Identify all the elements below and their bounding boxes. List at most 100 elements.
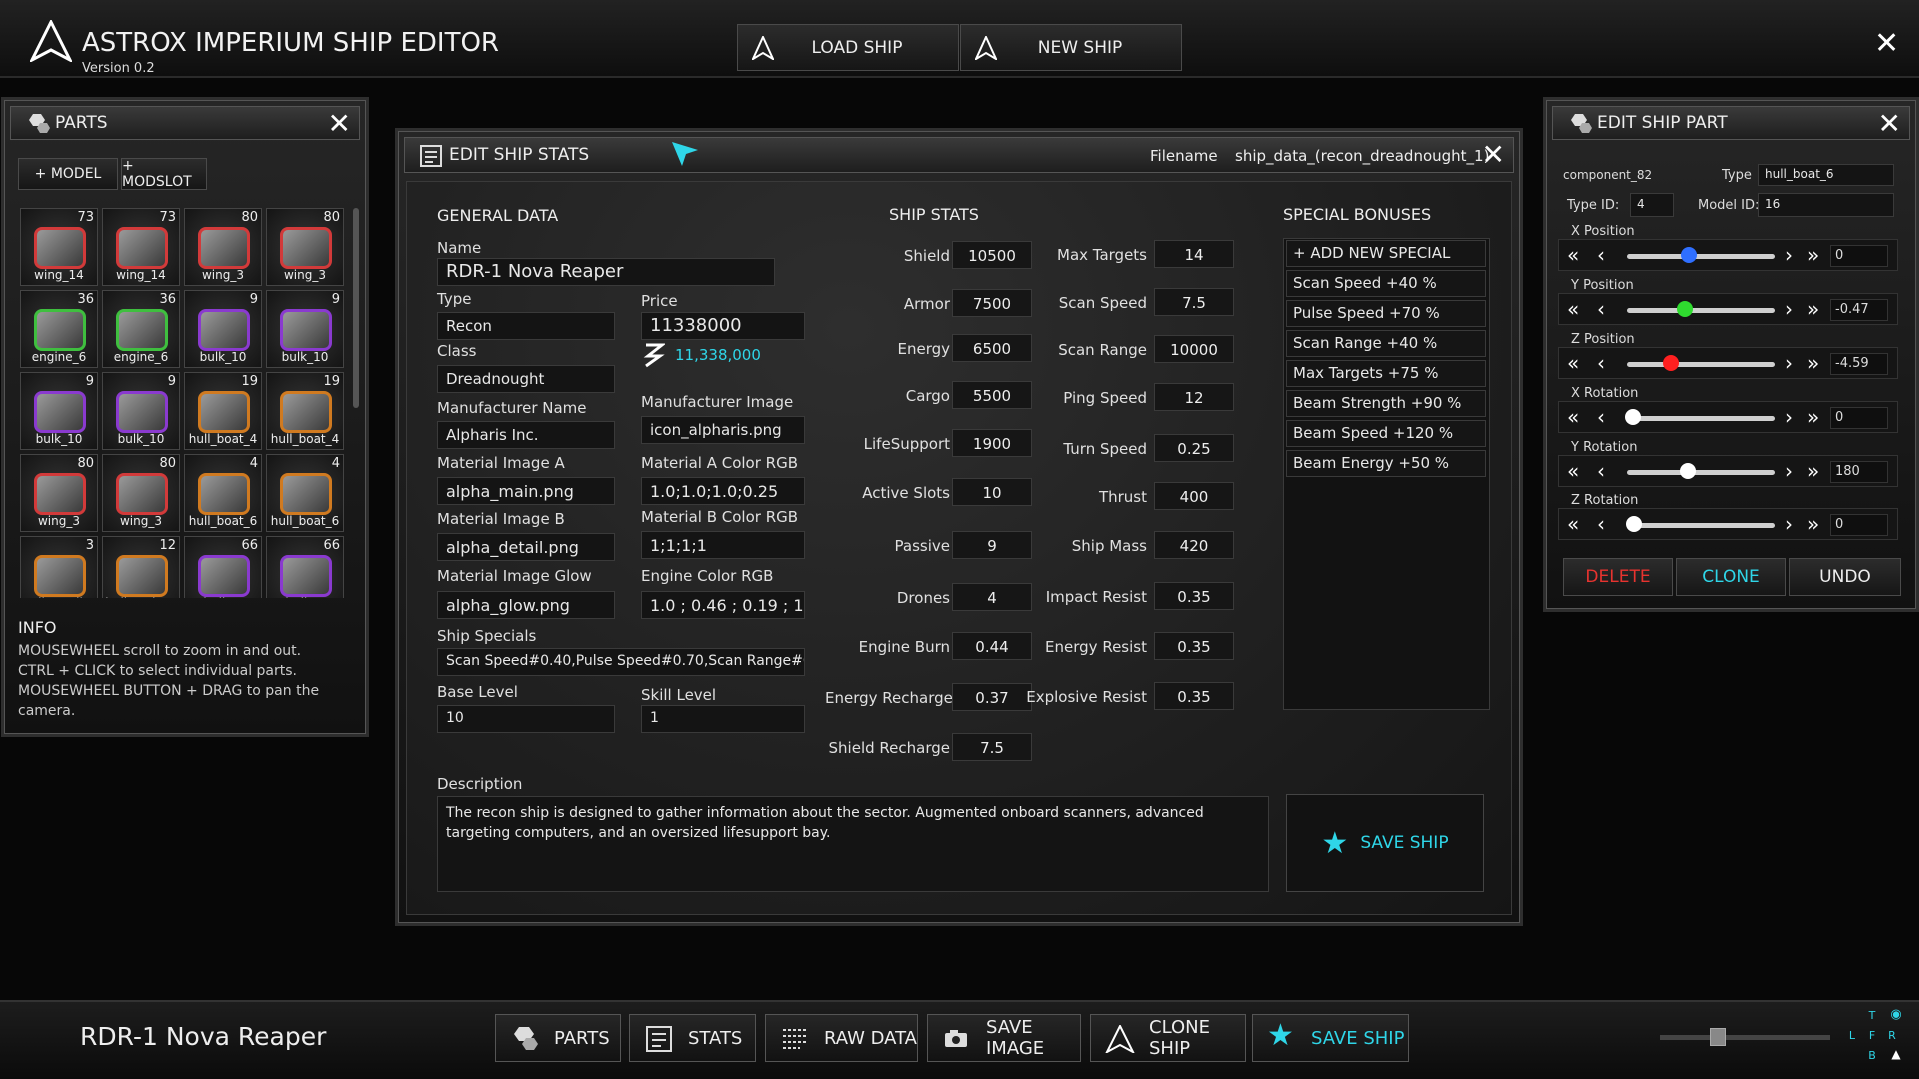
- part-tile[interactable]: 19hull_boat_4: [266, 372, 344, 450]
- chevron-left-icon[interactable]: ‹: [1597, 243, 1605, 267]
- material-a-field[interactable]: alpha_main.png: [437, 477, 615, 505]
- stat-value[interactable]: 10000: [1154, 335, 1234, 363]
- slider-knob[interactable]: [1680, 463, 1696, 479]
- bonus-item[interactable]: Beam Speed +120 %: [1286, 420, 1486, 447]
- model-id-field[interactable]: 16: [1758, 193, 1894, 217]
- part-tile[interactable]: 80wing_3: [266, 208, 344, 286]
- part-tile[interactable]: 73wing_14: [20, 208, 98, 286]
- chevron-right-icon[interactable]: ›: [1785, 297, 1793, 321]
- chevron-right-icon[interactable]: ›: [1785, 405, 1793, 429]
- part-tile[interactable]: 66bulk_7: [266, 536, 344, 598]
- view-bottom-button[interactable]: B: [1863, 1047, 1881, 1065]
- bonus-item[interactable]: Scan Range +40 %: [1286, 330, 1486, 357]
- slider-track[interactable]: [1627, 254, 1775, 259]
- chevron-left-icon[interactable]: ‹: [1597, 459, 1605, 483]
- material-b-field[interactable]: alpha_detail.png: [437, 533, 615, 561]
- part-tile[interactable]: 80wing_3: [20, 454, 98, 532]
- save-ship-panel-button[interactable]: ★ SAVE SHIP: [1286, 794, 1484, 892]
- undo-part-button[interactable]: UNDO: [1789, 558, 1901, 596]
- bonus-item[interactable]: Pulse Speed +70 %: [1286, 300, 1486, 327]
- double-chevron-left-icon[interactable]: «: [1567, 405, 1579, 429]
- parts-scrollbar[interactable]: [353, 208, 359, 408]
- chevron-left-icon[interactable]: ‹: [1597, 512, 1605, 536]
- stat-value[interactable]: 7.5: [1154, 288, 1234, 316]
- view-ship-icon[interactable]: ▲: [1887, 1047, 1905, 1065]
- material-b-rgb-field[interactable]: 1;1;1;1: [641, 531, 805, 559]
- slider-value-field[interactable]: 0: [1830, 514, 1888, 536]
- chevron-right-icon[interactable]: ›: [1785, 351, 1793, 375]
- stat-value[interactable]: 400: [1154, 482, 1234, 510]
- load-ship-button[interactable]: LOAD SHIP: [737, 24, 959, 71]
- material-a-rgb-field[interactable]: 1.0;1.0;1.0;0.25: [641, 477, 805, 505]
- manufacturer-name-field[interactable]: Alpharis Inc.: [437, 421, 615, 449]
- double-chevron-left-icon[interactable]: «: [1567, 351, 1579, 375]
- manufacturer-image-field[interactable]: icon_alpharis.png: [641, 416, 805, 444]
- description-field[interactable]: The recon ship is designed to gather inf…: [437, 796, 1269, 892]
- stat-value[interactable]: 12: [1154, 383, 1234, 411]
- bottom-parts-button[interactable]: PARTS: [495, 1014, 621, 1062]
- chevron-right-icon[interactable]: ›: [1785, 243, 1793, 267]
- add-new-special-button[interactable]: + ADD NEW SPECIAL: [1286, 240, 1486, 267]
- base-level-field[interactable]: 10: [437, 705, 615, 733]
- slider-knob[interactable]: [1677, 301, 1693, 317]
- stat-value[interactable]: 0.35: [1154, 682, 1234, 710]
- slider-track[interactable]: [1627, 416, 1775, 421]
- bonus-item[interactable]: Beam Strength +90 %: [1286, 390, 1486, 417]
- bonus-item[interactable]: Max Targets +75 %: [1286, 360, 1486, 387]
- part-tile[interactable]: 80wing_3: [184, 208, 262, 286]
- slider-knob[interactable]: [1681, 247, 1697, 263]
- close-part-icon[interactable]: ✕: [1878, 110, 1901, 138]
- slider-value-field[interactable]: -0.47: [1830, 299, 1888, 321]
- slider-value-field[interactable]: -4.59: [1830, 353, 1888, 375]
- double-chevron-right-icon[interactable]: »: [1807, 351, 1819, 375]
- slider-knob[interactable]: [1663, 355, 1679, 371]
- double-chevron-right-icon[interactable]: »: [1807, 405, 1819, 429]
- bottom-save-ship-button[interactable]: ★ SAVE SHIP: [1252, 1014, 1409, 1062]
- stat-value[interactable]: 420: [1154, 531, 1234, 559]
- name-field[interactable]: RDR-1 Nova Reaper: [437, 258, 775, 286]
- stat-value[interactable]: 6500: [952, 334, 1032, 362]
- stat-value[interactable]: 7.5: [952, 733, 1032, 761]
- double-chevron-left-icon[interactable]: «: [1567, 243, 1579, 267]
- part-tile[interactable]: 80wing_3: [102, 454, 180, 532]
- delete-part-button[interactable]: DELETE: [1563, 558, 1673, 596]
- part-tile[interactable]: 19hull_boat_4: [184, 372, 262, 450]
- price-field[interactable]: 11338000: [641, 312, 805, 340]
- double-chevron-right-icon[interactable]: »: [1807, 512, 1819, 536]
- slider-value-field[interactable]: 180: [1830, 461, 1888, 483]
- slider-knob[interactable]: [1626, 516, 1642, 532]
- slider-value-field[interactable]: 0: [1830, 245, 1888, 267]
- stat-value[interactable]: 5500: [952, 381, 1032, 409]
- part-tile[interactable]: 4hull_boat_6: [266, 454, 344, 532]
- part-tile[interactable]: 36engine_6: [20, 290, 98, 368]
- bottom-clone-ship-button[interactable]: CLONE SHIP: [1090, 1014, 1246, 1062]
- new-ship-button[interactable]: NEW SHIP: [960, 24, 1182, 71]
- slider-track[interactable]: [1627, 308, 1775, 313]
- double-chevron-left-icon[interactable]: «: [1567, 459, 1579, 483]
- bottom-stats-button[interactable]: STATS: [629, 1014, 756, 1062]
- material-glow-field[interactable]: alpha_glow.png: [437, 591, 615, 619]
- stat-value[interactable]: 0.44: [952, 632, 1032, 660]
- double-chevron-right-icon[interactable]: »: [1807, 297, 1819, 321]
- part-tile[interactable]: 4hull_boat_6: [184, 454, 262, 532]
- stat-value[interactable]: 0.35: [1154, 582, 1234, 610]
- stat-value[interactable]: 0.37: [952, 683, 1032, 711]
- type-id-field[interactable]: 4: [1630, 193, 1674, 217]
- part-tile[interactable]: 12hull_main_1: [102, 536, 180, 598]
- part-tile[interactable]: 73wing_14: [102, 208, 180, 286]
- view-left-button[interactable]: L: [1843, 1027, 1861, 1045]
- view-top-button[interactable]: T: [1863, 1007, 1881, 1025]
- view-front-button[interactable]: F: [1863, 1027, 1881, 1045]
- part-tile[interactable]: 9bulk_10: [184, 290, 262, 368]
- add-model-button[interactable]: + MODEL: [18, 158, 118, 190]
- bottom-save-image-button[interactable]: SAVE IMAGE: [927, 1014, 1081, 1062]
- part-tile[interactable]: 3Hull_small_8: [20, 536, 98, 598]
- stat-value[interactable]: 4: [952, 583, 1032, 611]
- stat-value[interactable]: 1900: [952, 429, 1032, 457]
- stat-value[interactable]: 10500: [952, 241, 1032, 269]
- double-chevron-left-icon[interactable]: «: [1567, 512, 1579, 536]
- clone-part-button[interactable]: CLONE: [1676, 558, 1786, 596]
- close-app-icon[interactable]: ✕: [1874, 26, 1899, 61]
- zoom-slider[interactable]: [1660, 1035, 1830, 1040]
- stat-value[interactable]: 9: [952, 531, 1032, 559]
